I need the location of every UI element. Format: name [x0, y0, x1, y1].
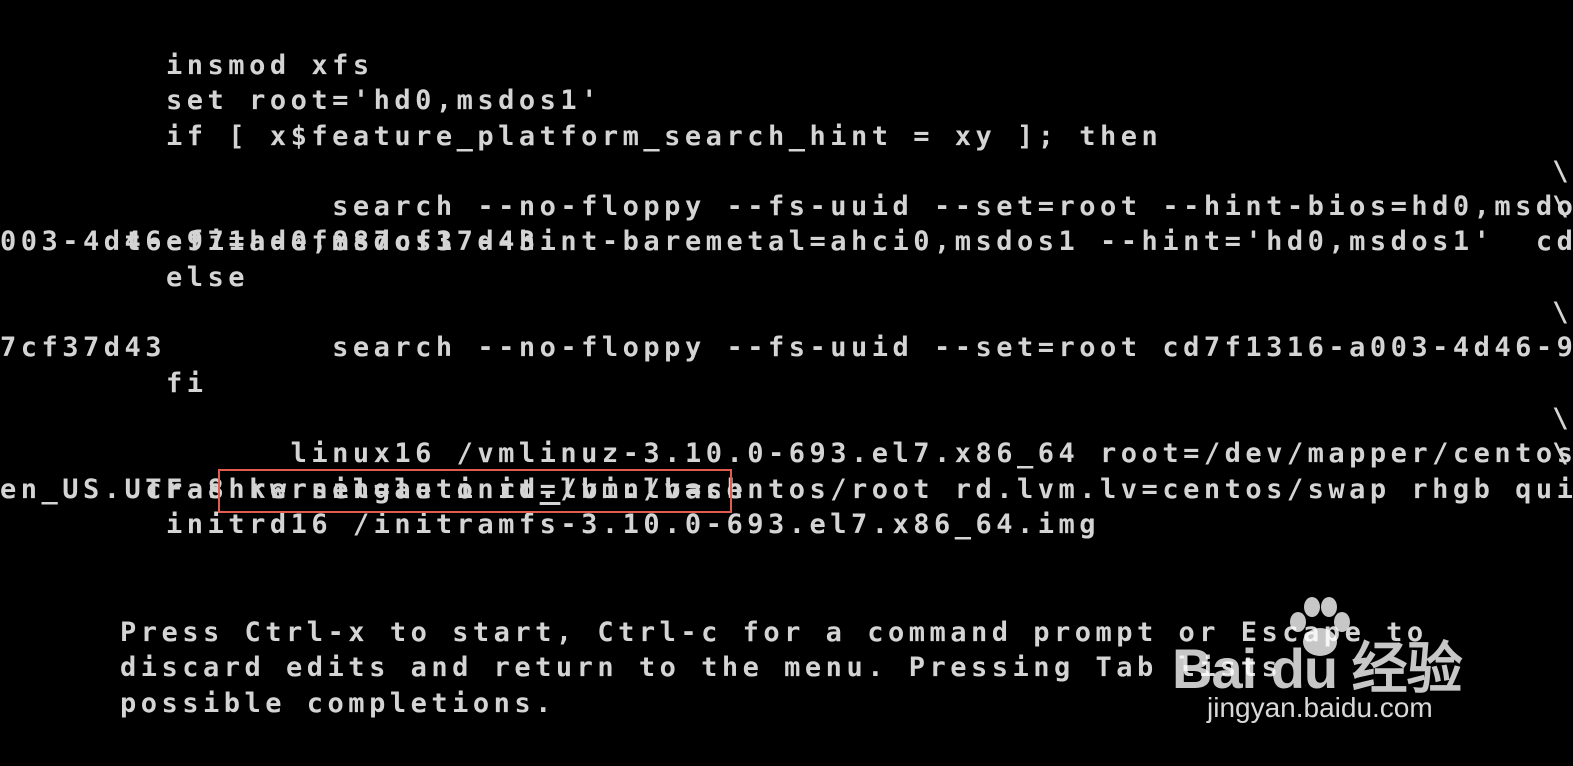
line-wrap-marker: \	[1552, 438, 1573, 470]
line-wrap-marker: \	[1552, 402, 1573, 434]
editor-line-11[interactable]: linux16 /vmlinuz-3.10.0-693.el7.x86_64 r…	[0, 401, 1573, 469]
editor-line-13-text: en_US.UTF-8	[0, 473, 229, 505]
editor-line-8[interactable]: search --no-floppy --fs-uuid --set=root …	[0, 295, 1573, 363]
editor-line-6[interactable]: 003-4d46-971a-ef887cf37d43	[0, 224, 1573, 259]
editor-line-2[interactable]: set root='hd0,msdos1'	[0, 83, 1573, 118]
highlight-box-edited-args	[218, 469, 732, 513]
editor-line-3[interactable]: if [ x$feature_platform_search_hint = xy…	[0, 119, 1573, 154]
line-wrap-marker: \	[1552, 297, 1573, 329]
line-wrap-marker: \	[1552, 191, 1573, 223]
editor-line-7[interactable]: else	[0, 260, 1573, 295]
editor-line-12[interactable]: crashkernel=auto rd.lvm.lv=centos/root r…	[0, 436, 1573, 504]
editor-line-5[interactable]: t-efi=hd0,msdos1 --hint-baremetal=ahci0,…	[0, 189, 1573, 257]
baidu-jingyan-watermark: Bai du 经验 jingyan.baidu.com	[1172, 596, 1492, 731]
editor-line-9[interactable]: 7cf37d43	[0, 330, 1573, 365]
editor-line-4[interactable]: search --no-floppy --fs-uuid --set=root …	[0, 154, 1573, 222]
editor-line-1[interactable]: insmod xfs	[0, 48, 1573, 83]
watermark-url: jingyan.baidu.com	[1207, 692, 1433, 723]
line-wrap-marker: \	[1552, 155, 1573, 187]
editor-line-10[interactable]: fi	[0, 366, 1573, 401]
grub-edit-screen: insmod xfs set root='hd0,msdos1' if [ x$…	[0, 0, 1573, 766]
